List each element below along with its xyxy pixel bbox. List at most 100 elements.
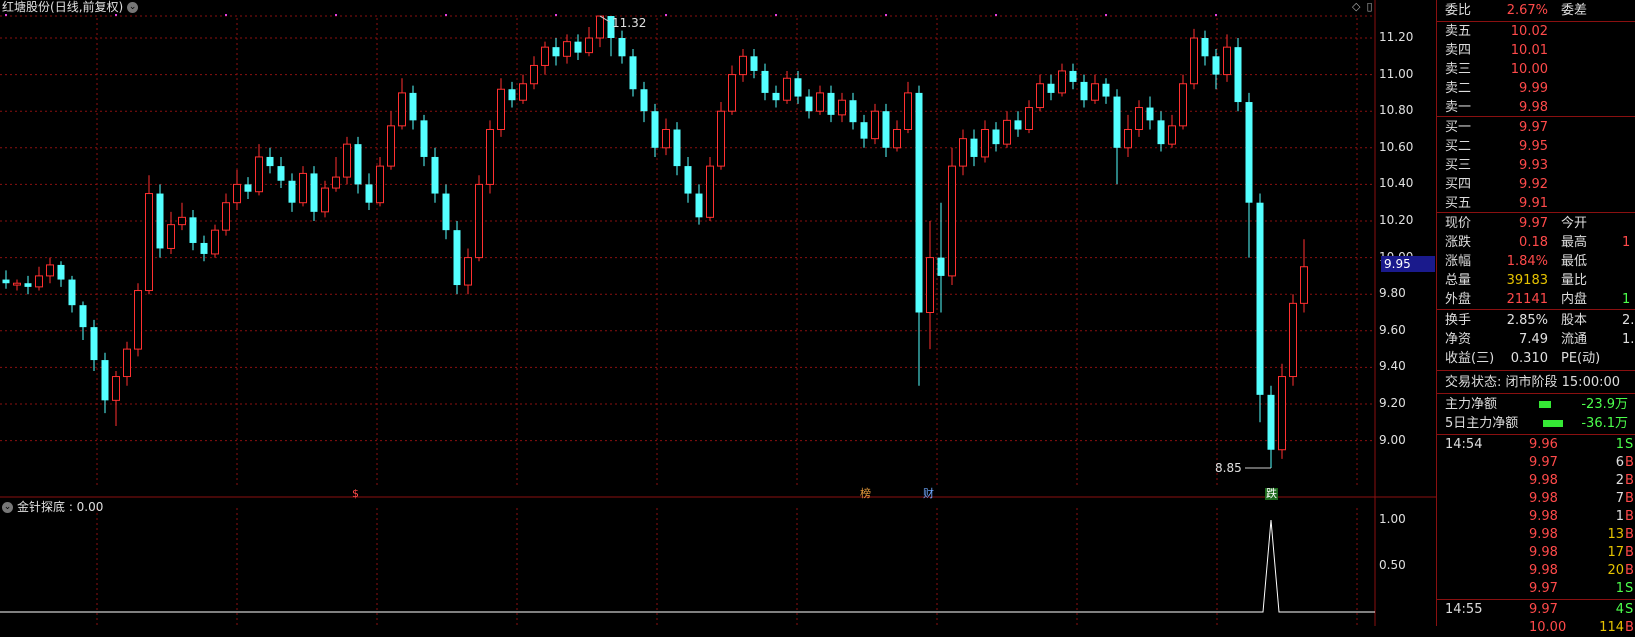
price-axis-label: 10.80 xyxy=(1379,103,1414,118)
event-marker[interactable]: $ xyxy=(352,488,359,500)
candle-body xyxy=(508,89,516,101)
tick-t: 14:55 xyxy=(1445,602,1483,617)
window-icon[interactable]: ▯ xyxy=(1366,0,1372,13)
candle-body xyxy=(79,305,87,328)
money-flow-bar xyxy=(1539,401,1551,408)
weibi-value: 2.67% xyxy=(1506,3,1548,18)
candle-body xyxy=(1025,107,1033,130)
tick-p: 9.96 xyxy=(1529,437,1558,452)
tick-s: S xyxy=(1625,602,1634,617)
candle-body xyxy=(552,47,560,57)
buy-level-label: 买三 xyxy=(1445,158,1472,173)
fund-row-value: 2.85% xyxy=(1506,313,1548,328)
candle-body xyxy=(1135,107,1143,130)
event-marker[interactable]: 财 xyxy=(923,488,934,500)
tick-p: 9.98 xyxy=(1529,473,1558,488)
quote-row-label2: 今开 xyxy=(1561,216,1588,231)
tick-q: 2 xyxy=(1615,473,1624,488)
candle-body xyxy=(1069,70,1077,82)
candle-body xyxy=(277,166,285,181)
price-axis-label: 10.60 xyxy=(1379,139,1414,154)
candle-body xyxy=(1146,107,1154,121)
candle-body xyxy=(871,110,879,140)
buy-level-value: 9.92 xyxy=(1519,177,1548,192)
candle-body xyxy=(46,264,54,277)
candle-body xyxy=(1223,46,1231,76)
tick-q: 1 xyxy=(1615,509,1624,524)
price-axis-label: 9.00 xyxy=(1379,432,1406,447)
candle-body xyxy=(255,156,263,193)
candle-body xyxy=(409,92,417,121)
candle-body xyxy=(640,89,648,112)
candle-body xyxy=(915,92,923,313)
diamond-icon[interactable]: ◇ xyxy=(1352,0,1360,13)
weicha-label: 委差 xyxy=(1561,3,1588,18)
event-dot xyxy=(775,14,777,16)
tick-s: S xyxy=(1625,437,1634,452)
candle-body xyxy=(1245,102,1253,203)
money-flow-row: 5日主力净额 -36.1万 xyxy=(1437,414,1635,433)
candle-body xyxy=(167,224,175,249)
buy-level-value: 9.91 xyxy=(1519,196,1548,211)
tick-p: 9.98 xyxy=(1529,527,1558,542)
fund-row-value: 0.310 xyxy=(1510,351,1548,366)
event-marker[interactable]: 榜 xyxy=(860,488,871,500)
event-dot xyxy=(885,14,887,16)
low-label: 8.85 xyxy=(1215,461,1242,475)
candle-body xyxy=(354,144,362,185)
candle-body xyxy=(717,110,725,167)
candle-body xyxy=(398,92,406,127)
candle-body xyxy=(310,173,318,212)
sell-level: 卖一 9.98 xyxy=(1437,98,1635,117)
candle-body xyxy=(1267,394,1275,450)
sell-level-label: 卖一 xyxy=(1445,100,1472,115)
candle-body xyxy=(442,193,450,231)
kline-chart-area[interactable]: 11.32 8.85 红塘股份(日线,前复权) ⌄ ◇ ▯ ⌄ 金针探底 : 0.00 … xyxy=(0,0,1436,626)
kline-svg[interactable]: 11.32 8.85 xyxy=(0,0,1436,626)
candle-body xyxy=(1300,266,1308,304)
chevron-down-icon[interactable]: ⌄ xyxy=(2,502,13,513)
candle-body xyxy=(387,125,395,167)
candle-body xyxy=(178,216,186,226)
candle-body xyxy=(321,187,329,213)
tick-row: 9.98 20 B xyxy=(1437,562,1635,580)
event-dot xyxy=(1105,14,1107,16)
stock-name: 红塘股份 xyxy=(2,0,51,14)
quote-row-label2: 最低 xyxy=(1561,254,1588,269)
candle-body xyxy=(959,138,967,167)
buy-level: 买一 9.97 xyxy=(1437,118,1635,137)
indicator-title[interactable]: ⌄ 金针探底 : 0.00 xyxy=(2,500,103,514)
fund-row-label2: 股本 xyxy=(1561,313,1588,328)
trade-status-text: 交易状态: 闭市阶段 15:00:00 xyxy=(1445,375,1621,390)
quote-row-label2: 最高 xyxy=(1561,235,1588,250)
sell-level-label: 卖二 xyxy=(1445,81,1472,96)
candle-body xyxy=(1080,81,1088,101)
candle-body xyxy=(849,100,857,123)
candle-body xyxy=(1190,37,1198,85)
event-dot xyxy=(225,14,227,16)
candle-body xyxy=(706,165,714,218)
candle-body xyxy=(827,92,835,115)
indicator-axis-label: 0.50 xyxy=(1379,558,1406,572)
tick-row: 14:54 9.96 1 S xyxy=(1437,436,1635,454)
candle-body xyxy=(420,120,428,157)
indicator-axis-label: 1.00 xyxy=(1379,512,1406,526)
candle-body xyxy=(1047,83,1055,93)
event-dot xyxy=(335,14,337,16)
indicator-name: 金针探底 : 0.00 xyxy=(17,500,104,514)
tick-q: 20 xyxy=(1607,563,1624,578)
buy-level-value: 9.95 xyxy=(1519,139,1548,154)
candle-body xyxy=(156,193,164,249)
event-marker[interactable]: 跌 xyxy=(1265,488,1278,500)
chevron-down-icon[interactable]: ⌄ xyxy=(127,2,139,13)
sell-level: 卖四 10.01 xyxy=(1437,41,1635,60)
candle-body xyxy=(519,83,527,101)
candle-body xyxy=(1014,120,1022,130)
quote-row-label: 总量 xyxy=(1445,273,1472,288)
weibi-label: 委比 xyxy=(1445,3,1472,18)
candle-body xyxy=(992,129,1000,145)
tick-s: B xyxy=(1625,545,1634,560)
candle-body xyxy=(1157,120,1165,145)
candle-body xyxy=(134,290,142,350)
tick-row: 9.98 7 B xyxy=(1437,490,1635,508)
